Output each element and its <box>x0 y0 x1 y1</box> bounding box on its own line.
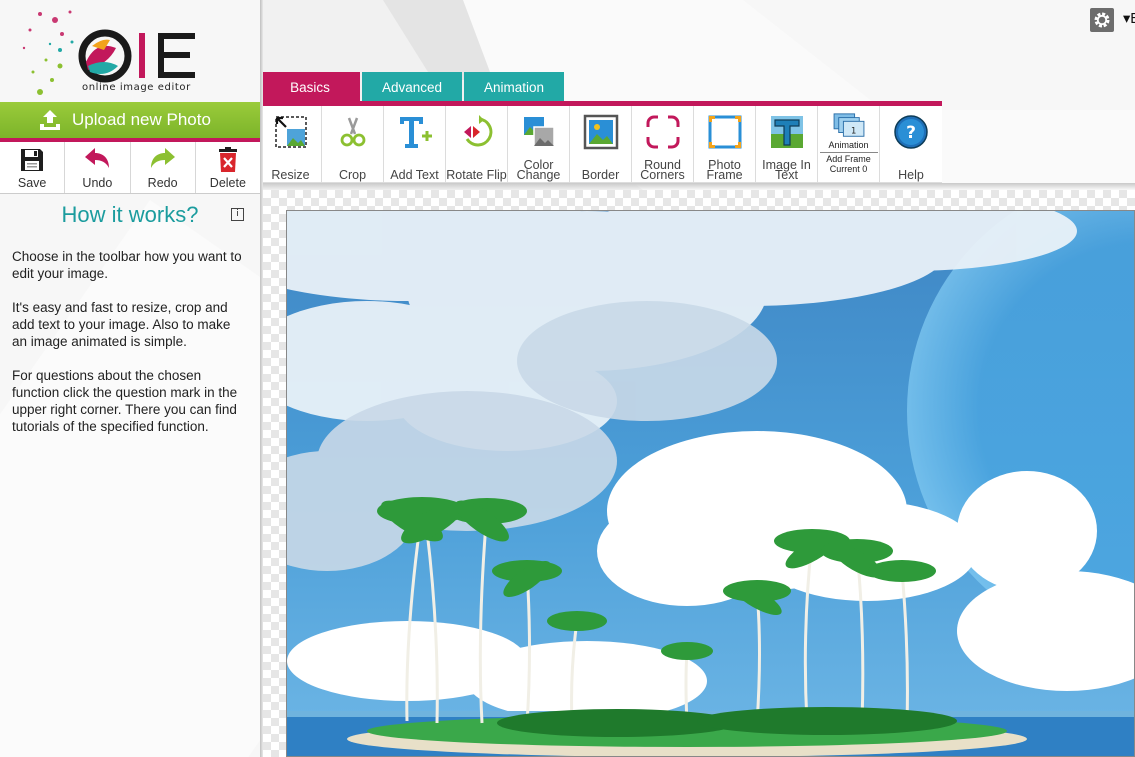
undo-arrow-icon <box>85 148 110 168</box>
add-frame-label[interactable]: Add Frame <box>820 154 878 164</box>
redo-arrow-icon <box>150 148 175 168</box>
rotate-icon <box>463 115 492 147</box>
tab-bar: Basics Advanced Animation <box>260 72 566 102</box>
how-it-works-panel: How it works? i Choose in the toolbar ho… <box>0 194 260 460</box>
svg-text:?: ? <box>906 123 916 143</box>
undo-label: Undo <box>82 176 113 190</box>
frame-number: 1 <box>850 125 855 135</box>
tropical-island-image <box>287 211 1134 756</box>
rotate-flip-label: Rotate Flip <box>446 168 507 182</box>
redo-button[interactable]: Redo <box>131 142 196 193</box>
tools-toolbar: Resize Crop Add Text Rotate Flip Color C… <box>260 106 942 183</box>
upload-new-photo-button[interactable]: Upload new Photo <box>0 102 260 142</box>
logo-tagline: online image editor <box>82 82 191 93</box>
photo-preview[interactable] <box>286 210 1135 757</box>
redo-label: Redo <box>147 176 178 190</box>
trash-icon <box>218 147 237 172</box>
settings-button[interactable] <box>1090 8 1114 32</box>
language-selector[interactable]: ▾English <box>1123 11 1135 27</box>
resize-label: Resize <box>271 168 310 182</box>
help-tool[interactable]: ? Help <box>880 106 942 183</box>
info-icon[interactable]: i <box>231 208 244 221</box>
file-toolbar: Save Undo Redo Delete <box>0 142 260 194</box>
photo-frame-label: Photo Frame <box>706 158 743 182</box>
undo-button[interactable]: Undo <box>65 142 131 193</box>
color-change-tool[interactable]: Color Change <box>508 106 570 183</box>
delete-button[interactable]: Delete <box>196 142 260 193</box>
rotate-flip-tool[interactable]: Rotate Flip <box>446 106 508 183</box>
upload-label: Upload new Photo <box>72 110 211 129</box>
image-in-text-label: Image In Text <box>762 158 811 182</box>
add-text-label: Add Text <box>390 168 439 182</box>
color-change-label: Color Change <box>516 158 561 182</box>
image-in-text-icon <box>770 116 803 148</box>
how-paragraph: For questions about the chosen function … <box>12 368 238 434</box>
resize-icon <box>274 116 307 148</box>
save-label: Save <box>17 176 47 190</box>
canvas-area[interactable] <box>263 190 1135 757</box>
photo-frame-tool[interactable]: Photo Frame <box>694 106 756 183</box>
current-frame-label: Current 0 <box>829 164 868 174</box>
gear-icon <box>1094 12 1110 28</box>
border-tool[interactable]: Border <box>570 106 632 183</box>
crop-label: Crop <box>338 168 367 182</box>
image-in-text-tool[interactable]: Image In Text <box>756 106 818 183</box>
help-question-icon: ? <box>894 115 928 149</box>
round-corners-icon <box>646 115 679 149</box>
resize-tool[interactable]: Resize <box>260 106 322 183</box>
how-paragraph: Choose in the toolbar how you want to ed… <box>12 249 242 281</box>
round-corners-tool[interactable]: Round Corners <box>632 106 694 183</box>
border-label: Border <box>581 168 620 182</box>
border-icon <box>583 114 618 150</box>
crop-tool[interactable]: Crop <box>322 106 384 183</box>
animation-frames-icon: 1 <box>833 113 864 137</box>
sidebar: online image editor Upload new Photo Sav… <box>0 0 260 757</box>
save-button[interactable]: Save <box>0 142 66 193</box>
help-label: Help <box>898 168 924 182</box>
photo-frame-icon <box>708 115 741 149</box>
add-text-icon <box>399 117 432 148</box>
round-corners-label: Round Corners <box>640 158 685 182</box>
how-paragraph: It's easy and fast to resize, crop and a… <box>12 300 231 349</box>
sidebar-divider <box>260 0 263 757</box>
animation-label: Animation <box>828 140 869 150</box>
color-change-icon <box>523 117 555 147</box>
toolbar-shadow <box>263 183 1135 190</box>
how-it-works-title: How it works? <box>61 202 199 227</box>
scissors-icon <box>340 117 365 147</box>
floppy-disk-icon <box>21 149 44 171</box>
tab-animation[interactable]: Animation <box>464 72 564 102</box>
tab-basics[interactable]: Basics <box>260 72 360 102</box>
upload-icon <box>40 110 60 130</box>
tab-advanced[interactable]: Advanced <box>362 72 462 102</box>
animation-tool[interactable]: 1 Animation Add Frame Current 0 <box>818 106 880 183</box>
logo[interactable]: online image editor <box>0 0 260 102</box>
add-text-tool[interactable]: Add Text <box>384 106 446 183</box>
delete-label: Delete <box>209 176 246 190</box>
